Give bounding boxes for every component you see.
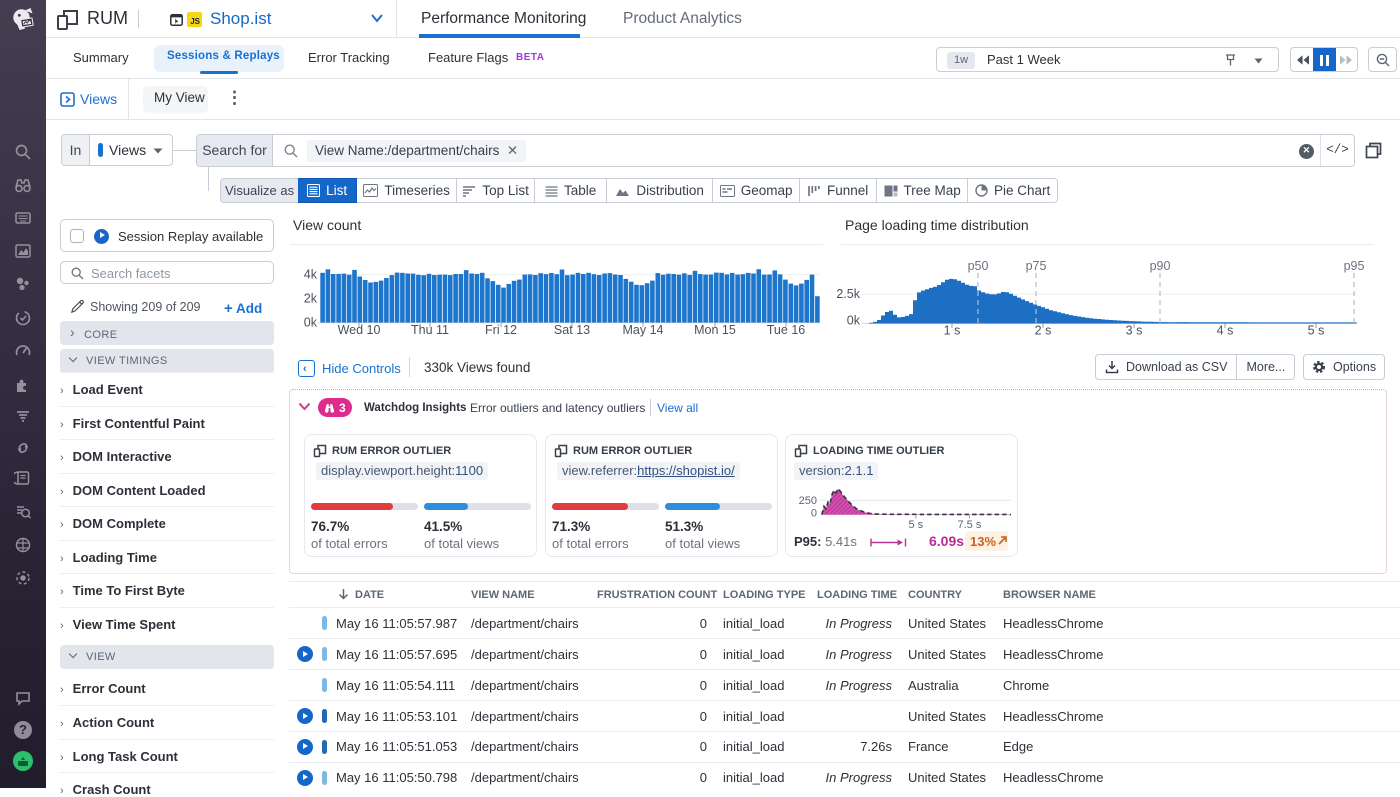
svg-text:May 14: May 14 xyxy=(623,323,664,337)
svg-text:0: 0 xyxy=(811,508,817,520)
svg-text:2.5k: 2.5k xyxy=(836,287,860,301)
svg-text:3 s: 3 s xyxy=(1126,324,1143,338)
svg-text:5 s: 5 s xyxy=(908,519,923,531)
svg-text:Mon 15: Mon 15 xyxy=(694,323,736,337)
svg-text:4k: 4k xyxy=(304,268,318,282)
svg-text:250: 250 xyxy=(799,495,817,507)
svg-text:1 s: 1 s xyxy=(944,324,961,338)
svg-text:2 s: 2 s xyxy=(1035,324,1052,338)
svg-text:p50: p50 xyxy=(968,259,989,273)
svg-text:Sat 13: Sat 13 xyxy=(554,323,590,337)
svg-text:Tue 16: Tue 16 xyxy=(767,323,806,337)
svg-text:4 s: 4 s xyxy=(1217,324,1234,338)
svg-text:Thu 11: Thu 11 xyxy=(411,323,449,337)
svg-text:0k: 0k xyxy=(847,314,861,328)
svg-text:5 s: 5 s xyxy=(1308,324,1325,338)
svg-text:p75: p75 xyxy=(1026,259,1047,273)
svg-text:p90: p90 xyxy=(1150,259,1171,273)
svg-text:2k: 2k xyxy=(304,292,318,306)
svg-text:Fri 12: Fri 12 xyxy=(485,323,517,337)
svg-text:p95: p95 xyxy=(1344,259,1365,273)
svg-text:Wed 10: Wed 10 xyxy=(338,323,381,337)
svg-text:7.5 s: 7.5 s xyxy=(957,519,981,531)
svg-text:0k: 0k xyxy=(304,316,318,330)
